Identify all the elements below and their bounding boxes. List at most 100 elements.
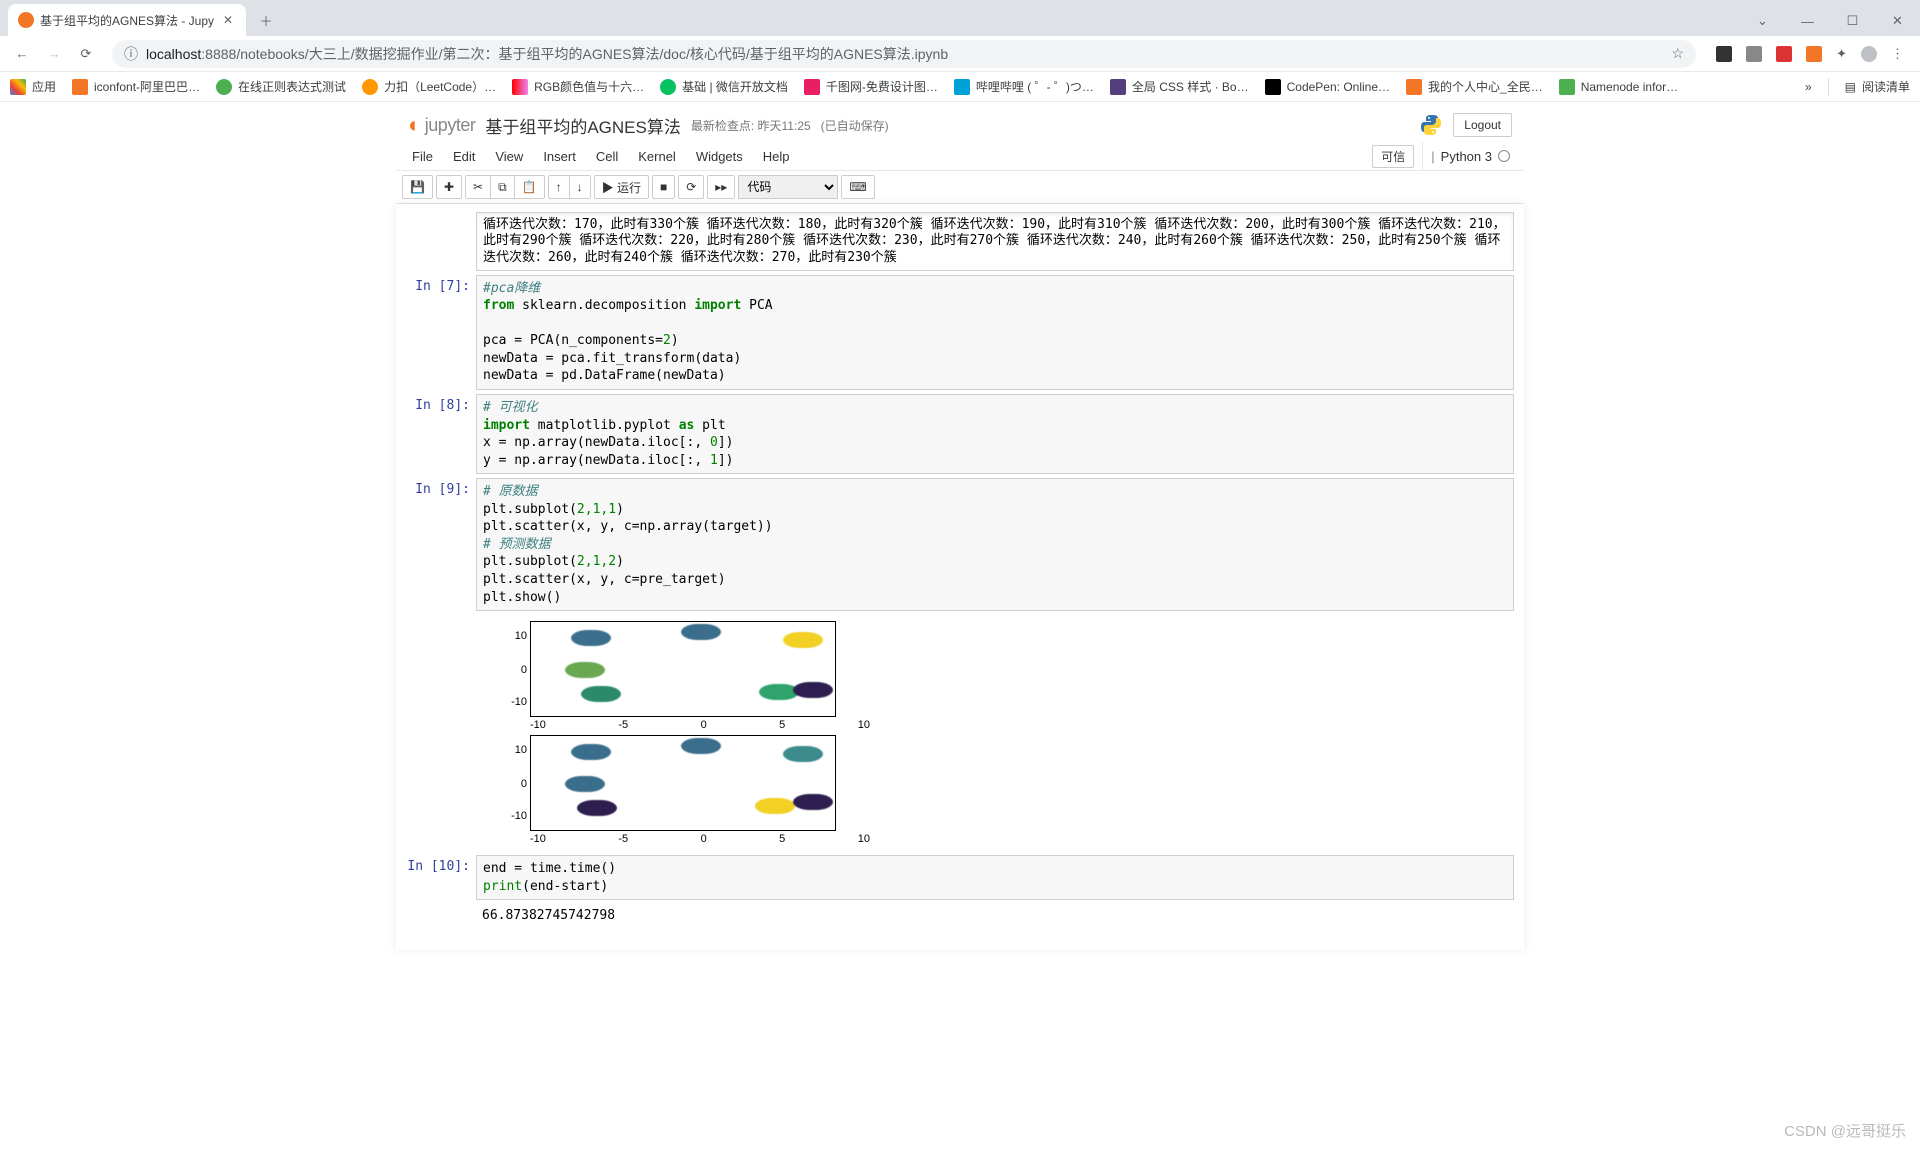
watermark: CSDN @远哥挺乐 xyxy=(1784,1120,1906,1141)
code-input[interactable]: # 可视化 import matplotlib.pyplot as plt x … xyxy=(476,394,1514,474)
run-button[interactable]: ▶ 运行 xyxy=(594,175,649,199)
output-cell: 10 0 -10 -10-50510 xyxy=(396,613,1524,853)
output-text: 66.87382745742798 xyxy=(476,904,1514,928)
menu-file[interactable]: File xyxy=(402,143,443,170)
input-prompt: In [7]: xyxy=(396,275,476,390)
bookmark-item[interactable]: 千图网-免费设计图… xyxy=(804,78,938,95)
kernel-indicator[interactable]: | Python 3 xyxy=(1422,142,1518,170)
input-prompt: In [10]: xyxy=(396,855,476,900)
menu-help[interactable]: Help xyxy=(753,143,800,170)
bookmark-item[interactable]: 全局 CSS 样式 · Bo… xyxy=(1110,78,1249,95)
code-cell[interactable]: In [7]: #pca降维 from sklearn.decompositio… xyxy=(396,273,1524,392)
output-cell: 66.87382745742798 xyxy=(396,902,1524,930)
bookmark-favicon xyxy=(512,79,528,95)
autosave-status: (已自动保存) xyxy=(821,117,889,134)
code-cell[interactable]: In [10]: end = time.time() print(end-sta… xyxy=(396,853,1524,902)
menu-view[interactable]: View xyxy=(485,143,533,170)
chevron-down-icon[interactable]: ⌄ xyxy=(1740,6,1785,36)
extension-icon[interactable] xyxy=(1746,46,1762,62)
bookmark-item[interactable]: CodePen: Online… xyxy=(1265,79,1390,95)
bookmark-item[interactable]: RGB颜色值与十六… xyxy=(512,78,644,95)
back-button[interactable]: ← xyxy=(8,40,36,68)
code-cell[interactable]: In [9]: # 原数据 plt.subplot(2,1,1) plt.sca… xyxy=(396,476,1524,613)
bookmark-favicon xyxy=(660,79,676,95)
insert-cell-button[interactable]: ✚ xyxy=(436,175,462,199)
window-controls: ⌄ — ☐ ✕ xyxy=(1740,6,1920,36)
info-icon[interactable]: ⓘ xyxy=(124,44,138,64)
jupyter-logo[interactable]: ◐jupyter xyxy=(408,112,475,138)
code-input[interactable]: end = time.time() print(end-start) xyxy=(476,855,1514,900)
address-bar[interactable]: ⓘ localhost:8888/notebooks/大三上/数据挖掘作业/第二… xyxy=(112,40,1696,68)
bookmark-item[interactable]: iconfont-阿里巴巴… xyxy=(72,78,200,95)
bookmark-item[interactable]: 力扣（LeetCode）… xyxy=(362,78,496,95)
extensions-menu-icon[interactable]: ✦ xyxy=(1836,46,1847,62)
restart-run-all-button[interactable]: ▸▸ xyxy=(707,175,735,199)
code-input[interactable]: #pca降维 from sklearn.decomposition import… xyxy=(476,275,1514,390)
notebook-area[interactable]: 循环迭代次数：170，此时有330个簇 循环迭代次数：180，此时有320个簇 … xyxy=(396,210,1524,930)
extension-icon[interactable] xyxy=(1776,46,1792,62)
save-button[interactable]: 💾 xyxy=(402,175,433,199)
apps-icon xyxy=(10,79,26,95)
cut-button[interactable]: ✂ xyxy=(465,175,491,199)
forward-button: → xyxy=(40,40,68,68)
bookmark-item[interactable]: 基础 | 微信开放文档 xyxy=(660,78,788,95)
scatter-subplot-1: 10 0 -10 xyxy=(530,621,836,717)
trusted-indicator[interactable]: 可信 xyxy=(1372,145,1414,168)
cell-type-select[interactable]: 代码 xyxy=(738,175,838,199)
notebook-name[interactable]: 基于组平均的AGNES算法 xyxy=(485,113,681,138)
output-prompt xyxy=(396,615,476,851)
output-prompt xyxy=(396,904,476,928)
bookmark-item[interactable]: 我的个人中心_全民… xyxy=(1406,78,1543,95)
bookmark-favicon xyxy=(1406,79,1422,95)
move-down-button[interactable]: ↓ xyxy=(570,175,591,199)
profile-avatar[interactable] xyxy=(1861,46,1877,62)
restart-button[interactable]: ⟳ xyxy=(678,175,704,199)
checkpoint-status: 最新检查点: 昨天11:25 xyxy=(691,117,811,134)
logout-button[interactable]: Logout xyxy=(1453,113,1512,137)
maximize-button[interactable]: ☐ xyxy=(1830,6,1875,36)
code-input[interactable]: # 原数据 plt.subplot(2,1,1) plt.scatter(x, … xyxy=(476,478,1514,611)
bookmark-item[interactable]: 在线正则表达式测试 xyxy=(216,78,346,95)
scatter-subplot-2: 10 0 -10 xyxy=(530,735,836,831)
toolbar: 💾 ✚ ✂ ⧉ 📋 ↑ ↓ ▶ 运行 ■ ⟳ ▸▸ 代码 ⌨ xyxy=(396,171,1524,204)
command-palette-button[interactable]: ⌨ xyxy=(841,175,874,199)
python-logo-icon xyxy=(1419,113,1443,137)
menu-cell[interactable]: Cell xyxy=(586,143,628,170)
browser-toolbar: ← → ⟳ ⓘ localhost:8888/notebooks/大三上/数据挖… xyxy=(0,36,1920,72)
browser-tab-active[interactable]: 基于组平均的AGNES算法 - Jupy ✕ xyxy=(8,4,246,36)
apps-shortcut[interactable]: 应用 xyxy=(10,78,56,95)
matplotlib-figure: 10 0 -10 -10-50510 xyxy=(476,615,1514,851)
browser-menu-icon[interactable]: ⋮ xyxy=(1891,46,1904,62)
close-window-button[interactable]: ✕ xyxy=(1875,6,1920,36)
bookmark-star-icon[interactable]: ☆ xyxy=(1672,45,1685,62)
minimize-button[interactable]: — xyxy=(1785,6,1830,36)
bookmark-item[interactable]: Namenode infor… xyxy=(1559,79,1678,95)
browser-tab-strip: 基于组平均的AGNES算法 - Jupy ✕ ＋ ⌄ — ☐ ✕ xyxy=(0,0,1920,36)
reload-button[interactable]: ⟳ xyxy=(72,40,100,68)
bookmark-favicon xyxy=(362,79,378,95)
new-tab-button[interactable]: ＋ xyxy=(252,6,280,34)
close-tab-icon[interactable]: ✕ xyxy=(220,12,236,28)
kernel-status-icon xyxy=(1498,150,1510,162)
menu-kernel[interactable]: Kernel xyxy=(628,143,686,170)
output-scrolled[interactable]: 循环迭代次数：170，此时有330个簇 循环迭代次数：180，此时有320个簇 … xyxy=(476,212,1514,271)
menu-insert[interactable]: Insert xyxy=(533,143,586,170)
code-cell[interactable]: In [8]: # 可视化 import matplotlib.pyplot a… xyxy=(396,392,1524,476)
menu-widgets[interactable]: Widgets xyxy=(686,143,753,170)
move-up-button[interactable]: ↑ xyxy=(548,175,570,199)
paste-button[interactable]: 📋 xyxy=(515,175,545,199)
jupyter-logo-icon: ◐ xyxy=(408,112,421,138)
bookmarks-overflow[interactable]: » xyxy=(1805,80,1812,94)
tab-title: 基于组平均的AGNES算法 - Jupy xyxy=(40,12,214,29)
url-text: localhost:8888/notebooks/大三上/数据挖掘作业/第二次：… xyxy=(146,44,948,64)
reading-list-icon: ▤ xyxy=(1845,80,1856,94)
input-prompt: In [9]: xyxy=(396,478,476,611)
copy-button[interactable]: ⧉ xyxy=(491,175,515,199)
reading-list-button[interactable]: ▤阅读清单 xyxy=(1845,78,1910,95)
bookmark-favicon xyxy=(1110,79,1126,95)
extension-icon[interactable] xyxy=(1716,46,1732,62)
bookmark-item[interactable]: 哔哩哔哩 ( ゜- ゜)つ… xyxy=(954,78,1094,95)
menu-edit[interactable]: Edit xyxy=(443,143,485,170)
interrupt-button[interactable]: ■ xyxy=(652,175,675,199)
extension-icon[interactable] xyxy=(1806,46,1822,62)
